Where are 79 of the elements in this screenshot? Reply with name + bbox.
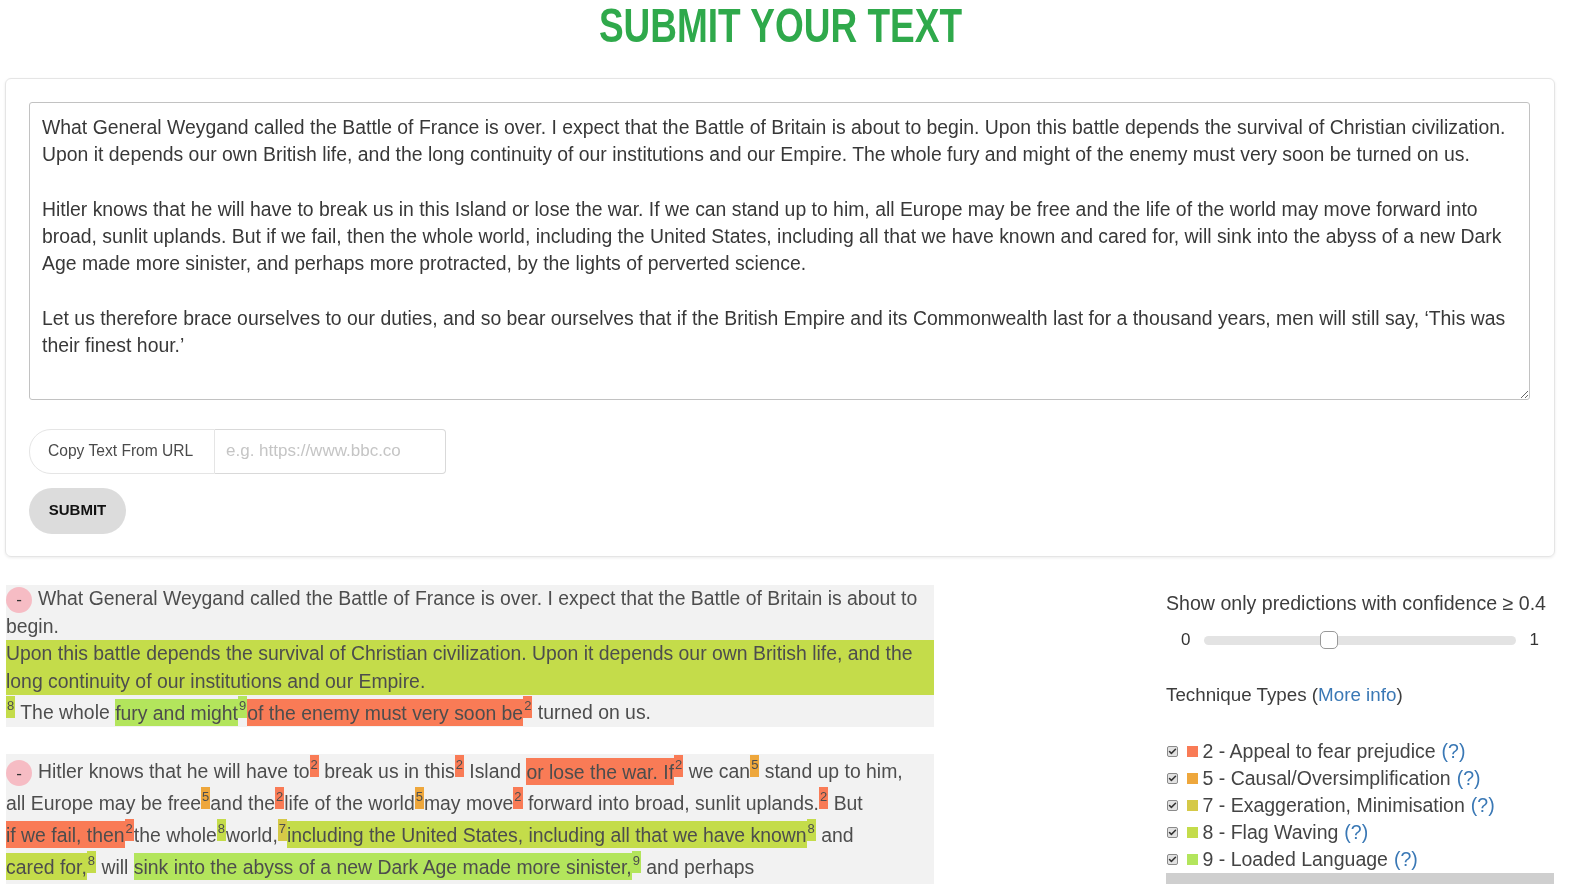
collapse-button[interactable]: - (6, 586, 32, 613)
paragraph-text: the whole (133, 823, 217, 846)
paragraph-text: and perhaps (645, 855, 755, 878)
technique-number: 2 (454, 755, 464, 778)
technique-name: 8 - Flag Waving (1202, 820, 1339, 845)
highlighted-phrase: cared for, (6, 853, 87, 881)
technique-number: 2 (309, 755, 319, 778)
technique-number: 2 (523, 696, 533, 719)
technique-number: 2 (674, 755, 684, 778)
checkbox[interactable] (1167, 773, 1178, 784)
check-icon (1168, 801, 1177, 810)
technique-number: 8 (6, 696, 16, 719)
highlighted-phrase: fury and might (115, 698, 238, 726)
check-icon (1168, 855, 1177, 864)
technique-number: 5 (201, 787, 211, 810)
technique-name: 5 - Causal/Oversimplification (1202, 766, 1451, 791)
help-link[interactable]: (?) (1470, 792, 1495, 819)
paragraph-text: Hitler knows that he will have to (38, 760, 310, 783)
technique-number: 8 (806, 818, 816, 841)
help-link[interactable]: (?) (1441, 738, 1466, 765)
paragraph-text: may move (423, 792, 514, 815)
paragraph-text: forward into broad, sunlit uplands. (526, 792, 819, 815)
highlighted-phrase: if we fail, then (6, 821, 125, 849)
confidence-filter-label: Show only predictions with confidence ≥ 0.4 (1166, 591, 1547, 616)
paragraph-text: What General Weygand called the Battle of France is over. I expect that the Battle of Britain is about to (38, 587, 918, 609)
help-link[interactable]: (?) (1456, 765, 1481, 792)
technique-number: 9 (631, 850, 641, 873)
paragraph-text: break us in this (323, 760, 455, 783)
technique-number: 2 (275, 787, 285, 810)
technique-name: 9 - Loaded Language (1202, 847, 1388, 872)
paragraph-text: The whole (19, 701, 111, 724)
check-icon (1168, 747, 1177, 756)
technique-number: 5 (750, 755, 760, 778)
page-title: SUBMIT YOUR TEXT (598, 1, 962, 50)
technique-number: 2 (513, 787, 523, 810)
paragraph-text: stand up to him, (763, 760, 903, 783)
slider-max-label: 1 (1529, 629, 1539, 652)
highlighted-phrase: sink into the abyss of a new Dark Age made more sinister, (133, 853, 632, 881)
technique-name: 7 - Exaggeration, Minimisation (1202, 793, 1465, 818)
check-icon (1168, 774, 1177, 783)
slider-thumb[interactable] (1320, 631, 1339, 649)
technique-number: 7 (277, 818, 287, 841)
paragraph-text: will (100, 855, 130, 878)
help-link[interactable]: (?) (1393, 846, 1418, 873)
highlighted-phrase: including the United States, including all that we have known (287, 821, 807, 849)
text-input[interactable]: What General Weygand called the Battle of France is over. I expect that the Battle of Britain is about to begin. Upon this battle depends the survival of Christian civilization. Upon it depends our own British life, and the long continuity of our institutions and our Empire. The whole fury and might of the enemy must very soon be turned on us. Hitler knows that he will have to break us in this Island or lose the war. If we can stand up to him, all Europe may be free and the life of the world may move forward into broad, sunlit uplands. But if we fail, then the whole world, including the United States, including all that we have known and cared for, will sink into the abyss of a new Dark Age made more sinister, and perhaps more protracted, by the lights of perverted science. Let us therefore brace ourselves to our duties, and so bear ourselves that if the British Empire and its Commonwealth last for a thousand years, men will still say, ‘This was their finest hour.’ (29, 102, 1530, 400)
highlighted-phrase: of the enemy must very soon be (247, 698, 524, 726)
paragraph-text: Island (468, 760, 522, 783)
technique-number: 2 (819, 787, 829, 810)
highlighted-sentence: Upon this battle depends the survival of Christian civilization. Upon it depends our own British life, and the long continuity of our institutions and our Empire. (6, 640, 934, 696)
technique-number: 8 (216, 818, 227, 841)
checkbox[interactable] (1167, 854, 1178, 865)
paragraph-text: all Europe may be free (6, 792, 202, 815)
highlighted-phrase: or lose the war. If (526, 757, 675, 785)
collapse-button[interactable]: - (6, 760, 32, 787)
checkbox[interactable] (1167, 800, 1178, 811)
checkbox[interactable] (1167, 746, 1178, 757)
technique-number: 8 (86, 850, 97, 873)
technique-name: 2 - Appeal to fear prejudice (1202, 739, 1436, 764)
technique-number: 9 (238, 696, 248, 719)
paragraph-text: world, (226, 823, 278, 846)
paragraph-text: life of the world (284, 792, 415, 815)
checkbox[interactable] (1167, 827, 1178, 838)
url-input[interactable]: e.g. https://www.bbc.co (215, 428, 446, 474)
submit-button[interactable]: SUBMIT (29, 487, 126, 534)
technique-number: 2 (124, 818, 134, 841)
technique-types-heading: Technique Types (More info) (1166, 682, 1404, 707)
paragraph-text: But (832, 792, 863, 815)
technique-number: 5 (414, 787, 424, 810)
paragraph-text: we can (687, 760, 751, 783)
slider-min-label: 0 (1181, 629, 1191, 652)
paragraph-text: turned on us. (536, 701, 651, 724)
check-icon (1168, 828, 1177, 837)
paragraph-text: and (820, 823, 854, 846)
paragraph-text: and the (210, 792, 276, 815)
more-info-link[interactable]: More info (1318, 683, 1397, 705)
url-label: Copy Text From URL (29, 428, 215, 474)
help-link[interactable]: (?) (1344, 819, 1369, 846)
paragraph-text: begin. (6, 614, 59, 637)
